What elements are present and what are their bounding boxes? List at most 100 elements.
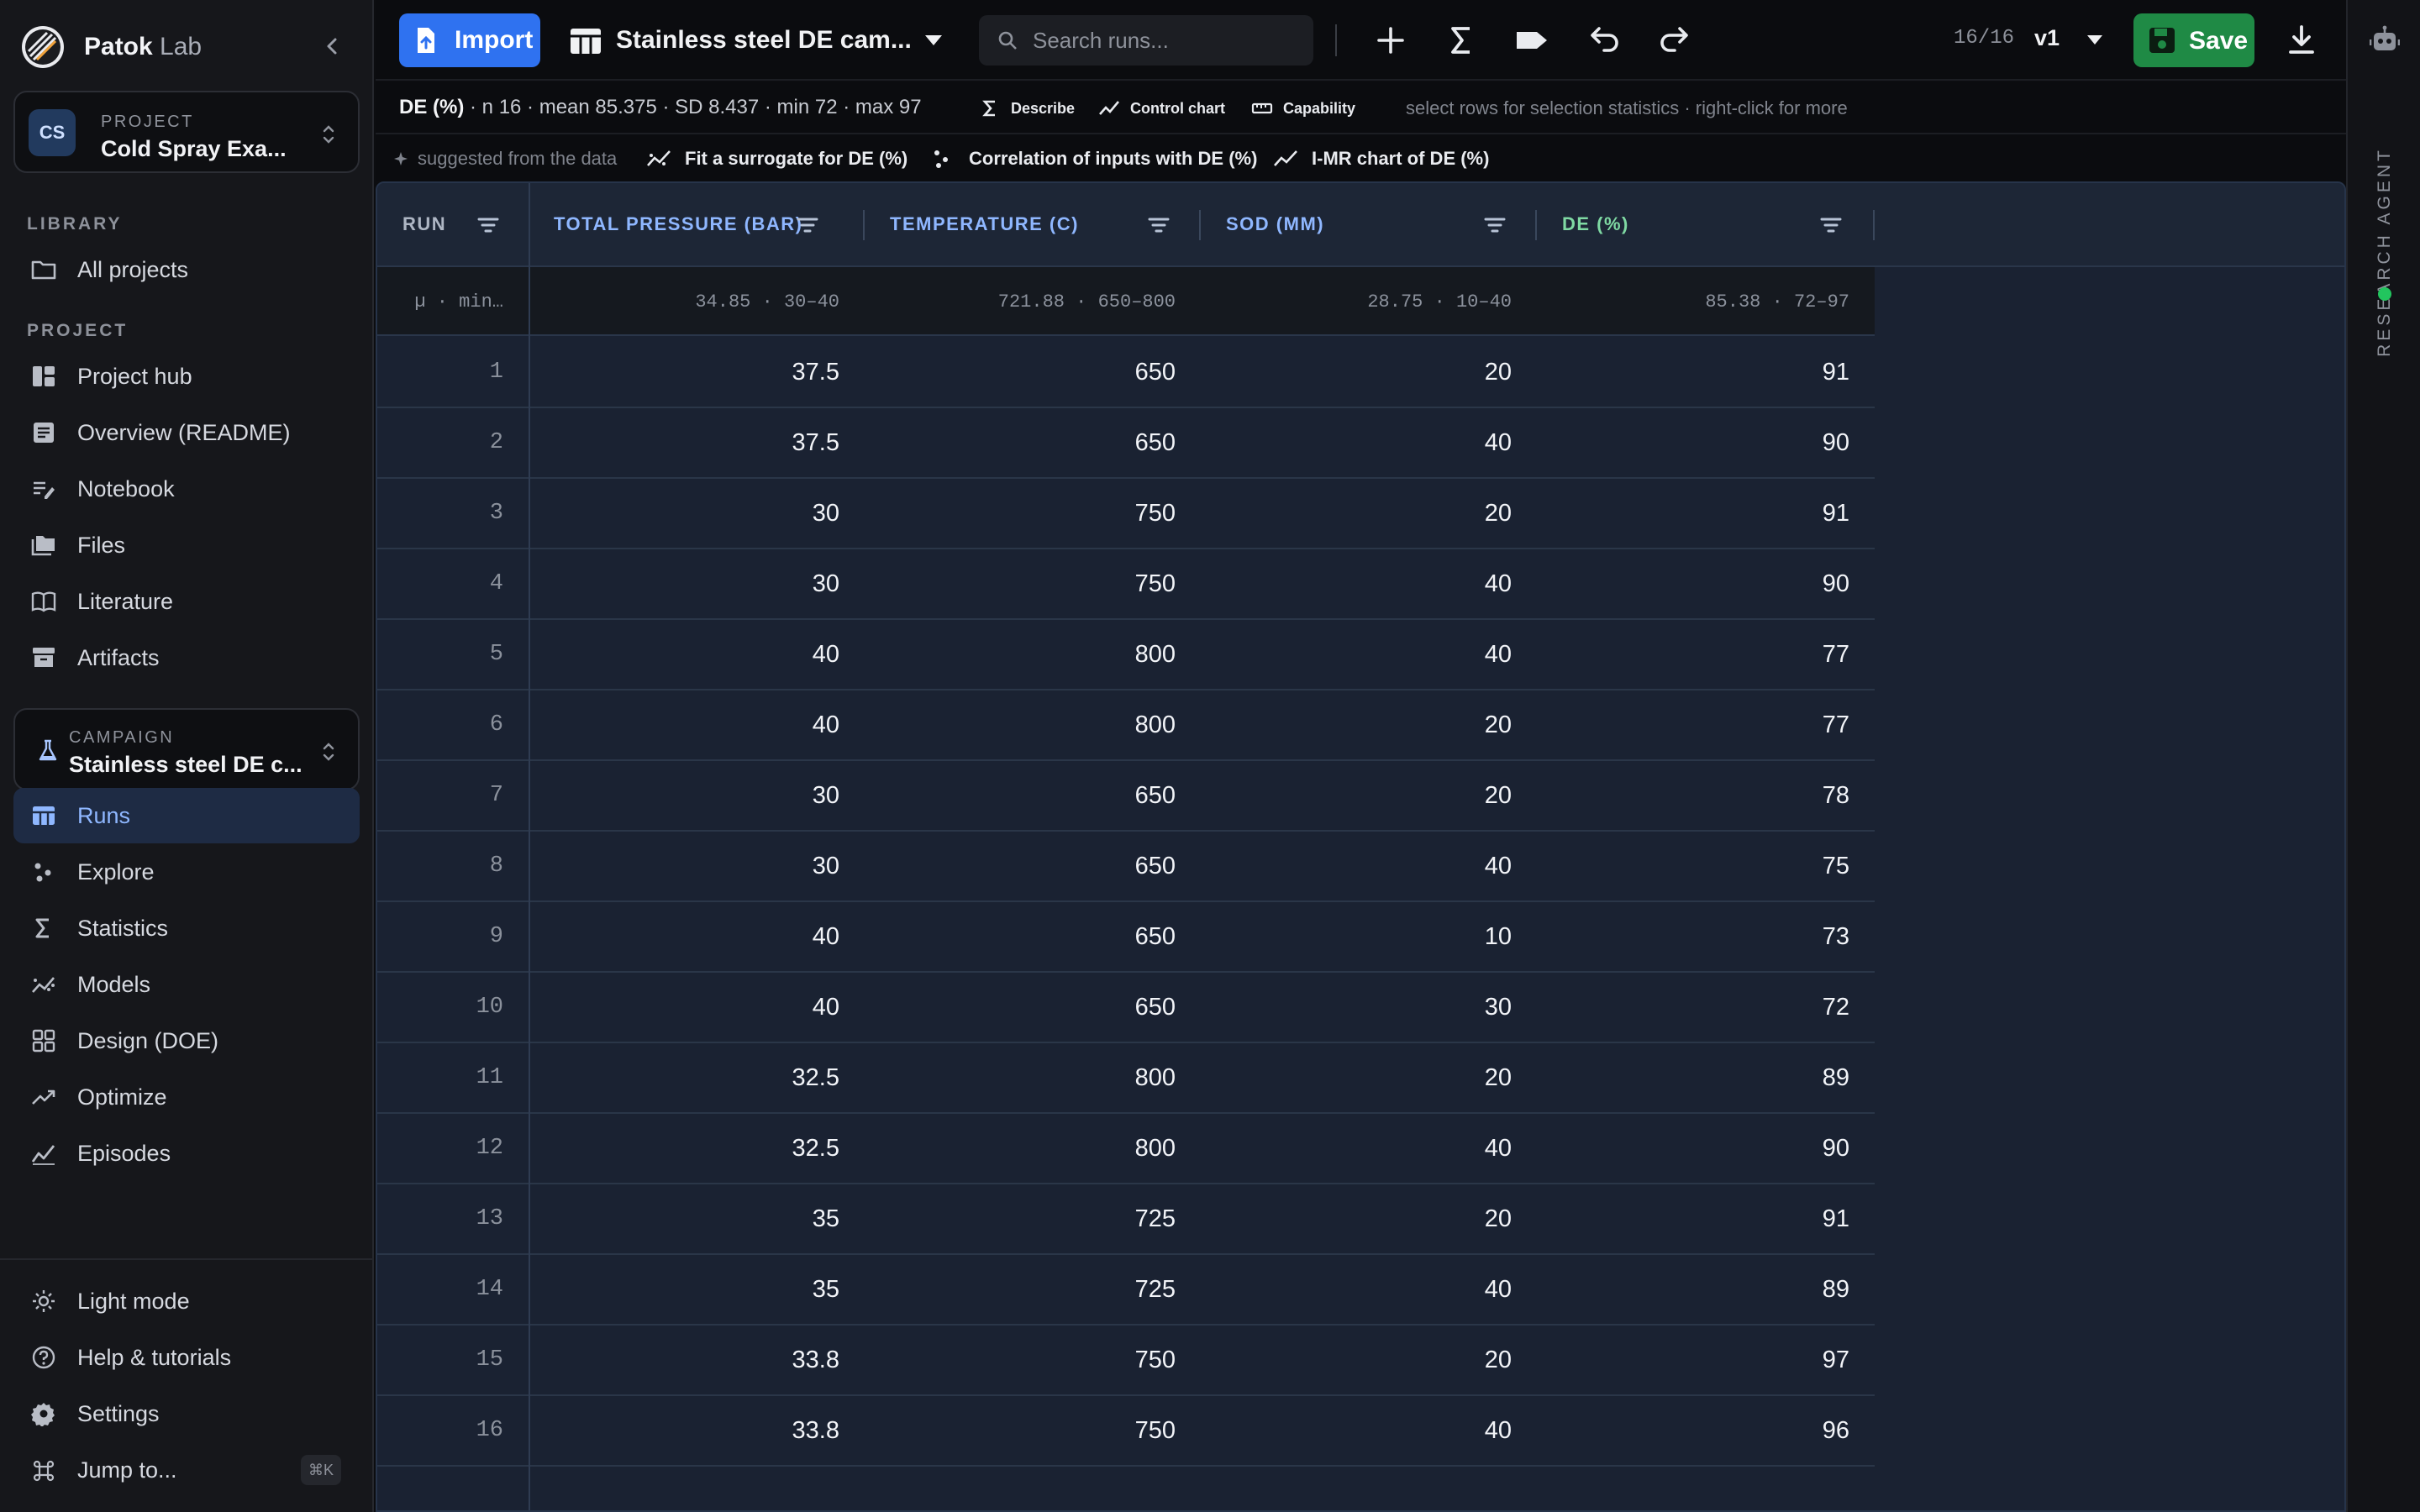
table-cell[interactable]: 90 (1537, 408, 1849, 477)
table-cell[interactable]: 20 (1201, 1184, 1512, 1253)
table-cell[interactable]: 650 (865, 408, 1176, 477)
run-number-cell[interactable]: 6 (377, 690, 503, 759)
redo-icon[interactable] (1656, 22, 1693, 59)
table-cell[interactable]: 40 (1201, 1255, 1512, 1324)
column-header-temperature[interactable]: TEMPERATURE (C) (865, 183, 1201, 267)
research-agent-rail[interactable]: RESEARCH AGENT (2346, 0, 2420, 1512)
save-button[interactable]: Save (2133, 13, 2254, 67)
nav-runs[interactable]: Runs (13, 788, 360, 843)
add-icon[interactable] (1372, 22, 1409, 59)
run-number-cell[interactable]: 8 (377, 832, 503, 900)
table-row[interactable]: 5 40 800 40 77 (377, 620, 1875, 690)
table-cell[interactable]: 77 (1537, 620, 1849, 689)
table-cell[interactable]: 91 (1537, 338, 1849, 407)
filter-icon[interactable] (796, 215, 819, 235)
filter-icon[interactable] (1483, 215, 1507, 235)
nav-models[interactable]: Models (13, 957, 360, 1012)
table-cell[interactable]: 40 (1201, 620, 1512, 689)
nav-settings[interactable]: Settings (13, 1386, 360, 1441)
filter-icon[interactable] (1147, 215, 1171, 235)
table-row[interactable]: 13 35 725 20 91 (377, 1184, 1875, 1255)
nav-notebook[interactable]: Notebook (13, 461, 360, 517)
table-cell[interactable]: 40 (1201, 1114, 1512, 1183)
suggestion-imr-chart[interactable]: I-MR chart of DE (%) (1273, 144, 1489, 173)
column-header-run[interactable]: RUN (377, 183, 529, 267)
table-cell[interactable]: 40 (529, 973, 839, 1042)
table-row[interactable]: 16 33.8 750 40 96 (377, 1396, 1875, 1467)
table-cell[interactable]: 20 (1201, 1043, 1512, 1112)
run-number-cell[interactable]: 1 (377, 338, 503, 407)
table-cell[interactable]: 800 (865, 690, 1176, 759)
table-cell[interactable]: 725 (865, 1255, 1176, 1324)
suggestion-correlation[interactable]: Correlation of inputs with DE (%) (930, 144, 1257, 173)
nav-optimize[interactable]: Optimize (13, 1069, 360, 1125)
nav-artifacts[interactable]: Artifacts (13, 630, 360, 685)
table-cell[interactable]: 40 (529, 902, 839, 971)
table-cell[interactable]: 30 (529, 549, 839, 618)
collapse-sidebar-icon[interactable] (319, 32, 345, 60)
nav-explore[interactable]: Explore (13, 844, 360, 900)
table-cell[interactable]: 800 (865, 620, 1176, 689)
table-row[interactable]: 15 33.8 750 20 97 (377, 1326, 1875, 1396)
run-number-cell[interactable]: 5 (377, 620, 503, 689)
download-icon[interactable] (2283, 22, 2320, 59)
sigma-icon[interactable] (1443, 22, 1480, 59)
nav-design-doe[interactable]: Design (DOE) (13, 1013, 360, 1068)
nav-literature[interactable]: Literature (13, 574, 360, 629)
table-cell[interactable]: 30 (529, 479, 839, 548)
light-mode-toggle[interactable]: Light mode (13, 1273, 360, 1329)
table-cell[interactable]: 40 (529, 690, 839, 759)
table-cell[interactable]: 33.8 (529, 1396, 839, 1465)
nav-all-projects[interactable]: All projects (13, 242, 360, 297)
table-row[interactable]: 12 32.5 800 40 90 (377, 1114, 1875, 1184)
table-cell[interactable]: 20 (1201, 338, 1512, 407)
table-cell[interactable]: 650 (865, 902, 1176, 971)
control-chart-button[interactable]: Control chart (1098, 94, 1225, 123)
table-cell[interactable]: 20 (1201, 690, 1512, 759)
run-number-cell[interactable]: 3 (377, 479, 503, 548)
table-cell[interactable]: 30 (529, 832, 839, 900)
table-row[interactable]: 3 30 750 20 91 (377, 479, 1875, 549)
table-cell[interactable]: 32.5 (529, 1043, 839, 1112)
run-number-cell[interactable]: 10 (377, 973, 503, 1042)
table-row[interactable]: 10 40 650 30 72 (377, 973, 1875, 1043)
nav-help[interactable]: Help & tutorials (13, 1330, 360, 1385)
table-cell[interactable]: 20 (1201, 1326, 1512, 1394)
filter-icon[interactable] (1819, 215, 1843, 235)
table-row[interactable]: 2 37.5 650 40 90 (377, 408, 1875, 479)
version-dropdown-icon[interactable] (2085, 34, 2105, 47)
dataset-selector[interactable]: Stainless steel DE cam... (569, 13, 972, 67)
table-cell[interactable]: 35 (529, 1255, 839, 1324)
run-number-cell[interactable]: 9 (377, 902, 503, 971)
brand[interactable]: Patok Lab (20, 24, 202, 71)
table-row[interactable]: 4 30 750 40 90 (377, 549, 1875, 620)
table-row[interactable]: 11 32.5 800 20 89 (377, 1043, 1875, 1114)
table-cell[interactable]: 35 (529, 1184, 839, 1253)
describe-button[interactable]: Describe (979, 94, 1075, 123)
table-cell[interactable]: 40 (1201, 408, 1512, 477)
run-number-cell[interactable]: 2 (377, 408, 503, 477)
run-number-cell[interactable]: 16 (377, 1396, 503, 1465)
table-cell[interactable]: 75 (1537, 832, 1849, 900)
table-cell[interactable]: 20 (1201, 479, 1512, 548)
capability-button[interactable]: Capability (1251, 94, 1355, 123)
table-cell[interactable]: 78 (1537, 761, 1849, 830)
table-cell[interactable]: 750 (865, 1396, 1176, 1465)
table-cell[interactable]: 89 (1537, 1043, 1849, 1112)
table-cell[interactable]: 750 (865, 549, 1176, 618)
table-cell[interactable]: 20 (1201, 761, 1512, 830)
table-cell[interactable]: 725 (865, 1184, 1176, 1253)
table-cell[interactable]: 40 (1201, 549, 1512, 618)
table-cell[interactable]: 77 (1537, 690, 1849, 759)
table-cell[interactable]: 97 (1537, 1326, 1849, 1394)
suggestion-surrogate[interactable]: Fit a surrogate for DE (%) (646, 144, 908, 173)
table-row[interactable]: 8 30 650 40 75 (377, 832, 1875, 902)
table-cell[interactable]: 800 (865, 1043, 1176, 1112)
table-cell[interactable]: 91 (1537, 1184, 1849, 1253)
column-header-sod[interactable]: SOD (MM) (1201, 183, 1537, 267)
run-number-cell[interactable]: 13 (377, 1184, 503, 1253)
robot-icon[interactable] (2370, 25, 2400, 54)
table-cell[interactable]: 30 (1201, 973, 1512, 1042)
run-number-cell[interactable]: 15 (377, 1326, 503, 1394)
nav-jump-to[interactable]: Jump to... ⌘K (13, 1442, 360, 1498)
